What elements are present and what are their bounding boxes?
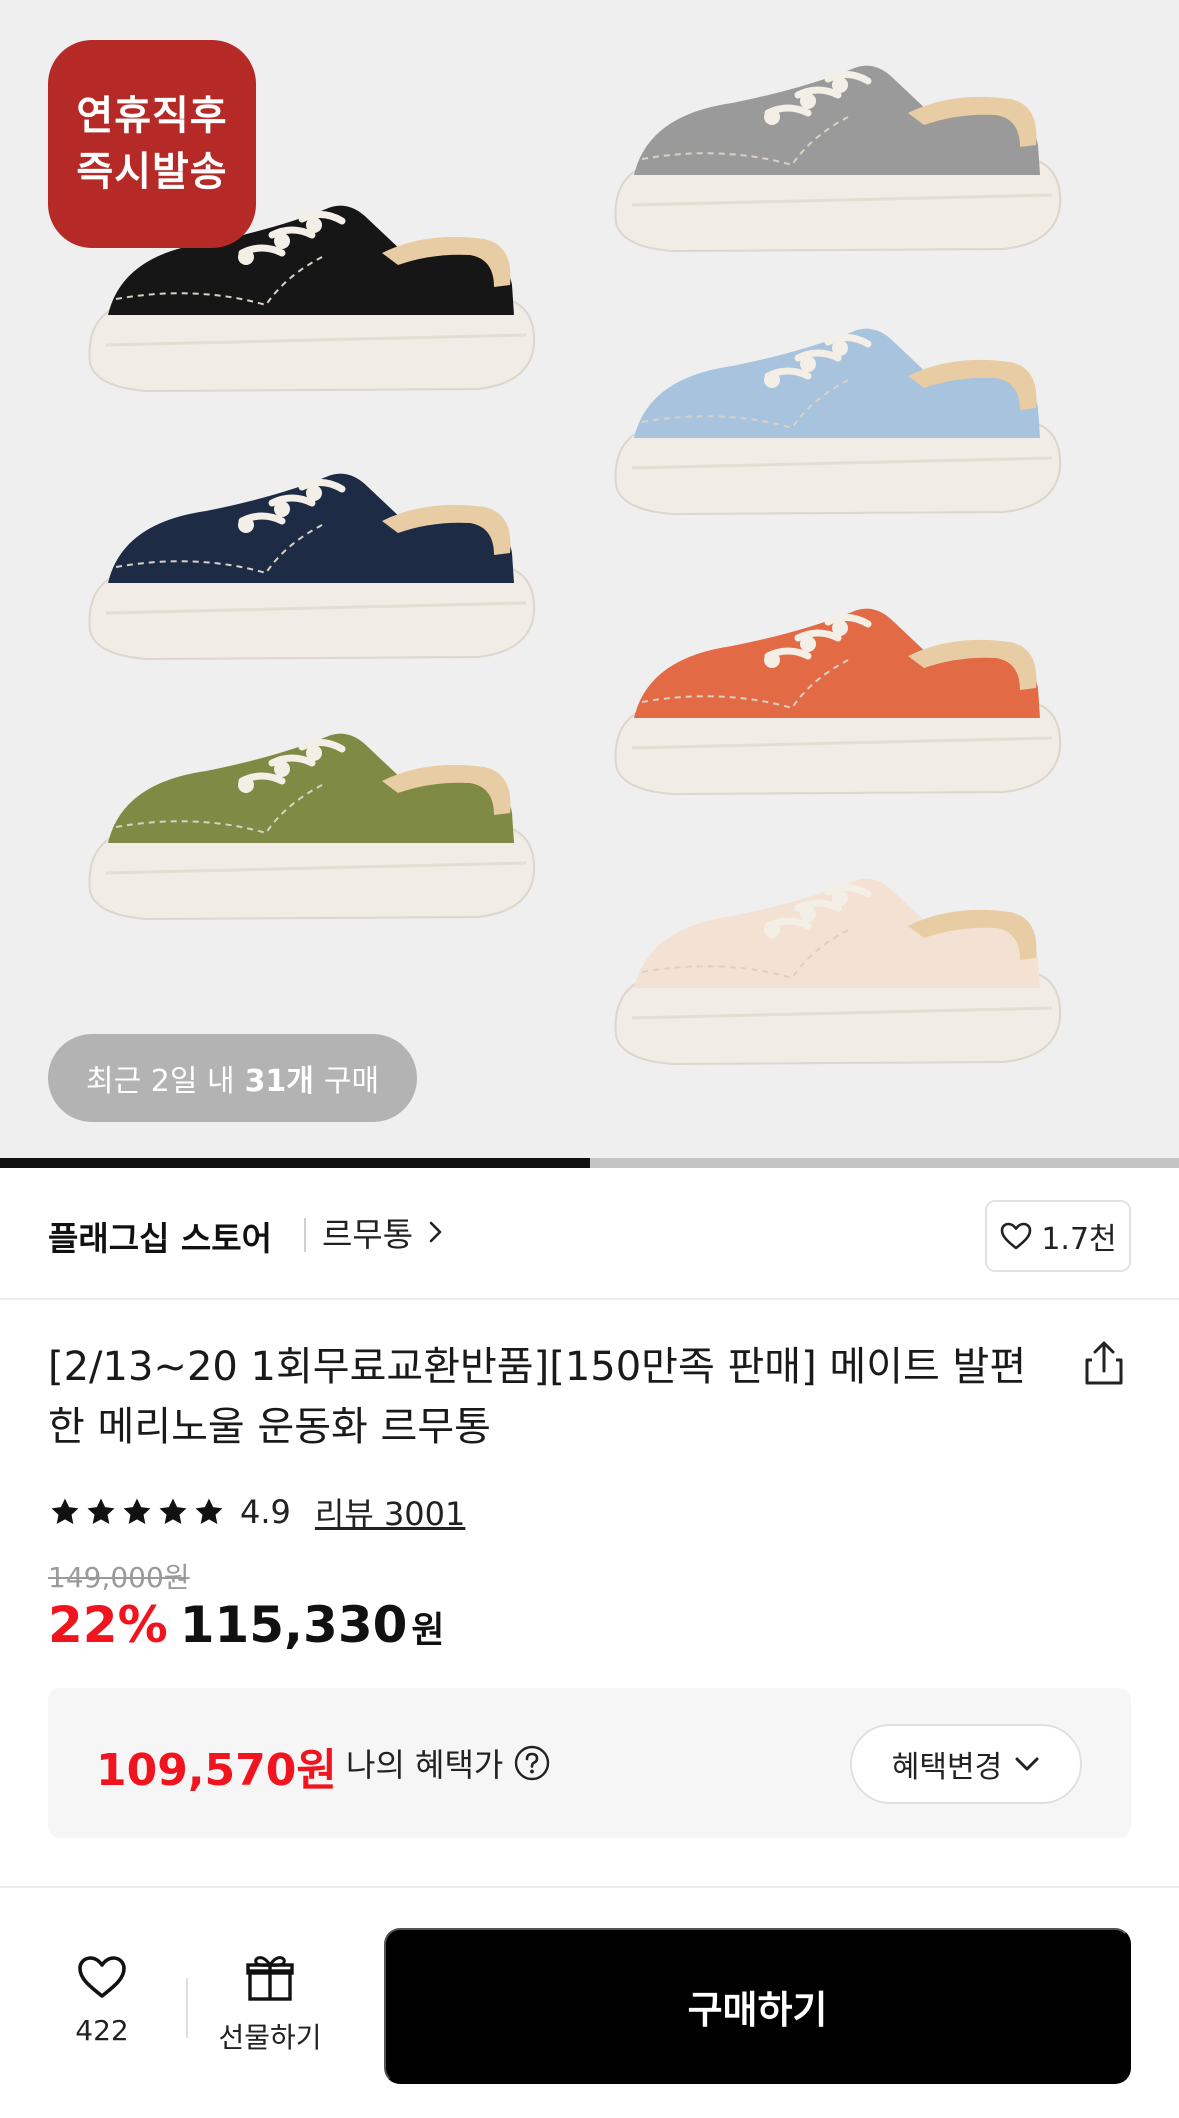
store-like-count: 1.7천 (1041, 1222, 1117, 1257)
change-benefit-label: 혜택변경 (891, 1750, 1003, 1785)
share-button[interactable] (1078, 1338, 1130, 1394)
recent-purchase-pill: 최근 2일 내 31개 구매 (48, 1034, 418, 1122)
star-icon (51, 1498, 79, 1525)
buy-button[interactable]: 구매하기 (384, 1928, 1131, 2084)
shoe-cream (616, 879, 1061, 1064)
benefit-label-group[interactable]: 나의 혜택가 (346, 1740, 551, 1786)
wishlist-count: 422 (75, 2014, 129, 2047)
star-icon (195, 1498, 223, 1525)
discount-rate: 22% (48, 1596, 168, 1654)
promo-line-2: 즉시발송 (76, 149, 228, 195)
change-benefit-button[interactable]: 혜택변경 (850, 1724, 1082, 1804)
star-icon (159, 1498, 187, 1525)
brand-link[interactable]: 르무통 (322, 1210, 445, 1254)
carousel-progress-bar (0, 1158, 1179, 1168)
shoe-olive (90, 734, 535, 919)
currency-unit: 원 (411, 1610, 445, 1651)
carousel-progress-fill (0, 1158, 590, 1168)
shoe-orange (616, 609, 1061, 794)
wishlist-button[interactable]: 422 (60, 1954, 144, 2047)
chevron-right-icon (429, 1221, 442, 1243)
benefit-box: 109,570원 나의 혜택가 혜택변경 (48, 1688, 1131, 1838)
rating-row: 4.9 리뷰 3001 (48, 1490, 465, 1534)
product-image-carousel[interactable]: 연휴직후 즉시발송 최근 2일 내 31개 구매 (0, 0, 1179, 1158)
recent-suffix: 구매 (323, 1064, 380, 1099)
store-like-button[interactable]: 1.7천 (985, 1200, 1131, 1272)
star-icon (123, 1498, 151, 1525)
original-price: 149,000원 (48, 1561, 190, 1594)
price-row: 22% 115,330 원 (48, 1596, 445, 1656)
gift-label: 선물하기 (218, 2021, 322, 2054)
brand-name: 르무통 (322, 1215, 414, 1254)
promo-badge: 연휴직후 즉시발송 (48, 40, 256, 248)
recent-count: 31개 (244, 1064, 314, 1099)
rating-value: 4.9 (240, 1493, 291, 1531)
chevron-down-icon (1015, 1757, 1039, 1771)
bottom-divider (186, 1978, 188, 2038)
review-link[interactable]: 리뷰 3001 (315, 1489, 466, 1535)
store-name: 플래그십 스토어 (48, 1219, 273, 1258)
recent-prefix: 최근 2일 내 (86, 1064, 235, 1099)
shoe-grey (616, 66, 1061, 251)
help-icon[interactable] (513, 1744, 551, 1782)
benefit-label: 나의 혜택가 (346, 1746, 504, 1784)
star-rating (48, 1495, 226, 1529)
gift-button[interactable]: 선물하기 (208, 1954, 332, 2056)
bottom-action-bar: 422 선물하기 구매하기 (0, 1886, 1179, 2118)
star-icon (87, 1498, 115, 1525)
store-row: 플래그십 스토어 르무통 1.7천 (0, 1168, 1179, 1300)
store-divider (304, 1218, 306, 1252)
share-icon (1085, 1341, 1123, 1385)
sale-price: 115,330 (179, 1596, 408, 1654)
benefit-price: 109,570원 (96, 1745, 337, 1796)
shoe-light-blue (616, 329, 1061, 514)
promo-line-1: 연휴직후 (76, 93, 228, 139)
heart-icon (1001, 1222, 1032, 1250)
gift-icon (246, 1956, 294, 2001)
shoe-navy (90, 474, 535, 659)
heart-icon (78, 1956, 126, 1998)
product-title: [2/13~20 1회무료교환반품][150만족 판매] 메이트 발편한 메리노… (48, 1344, 1027, 1450)
